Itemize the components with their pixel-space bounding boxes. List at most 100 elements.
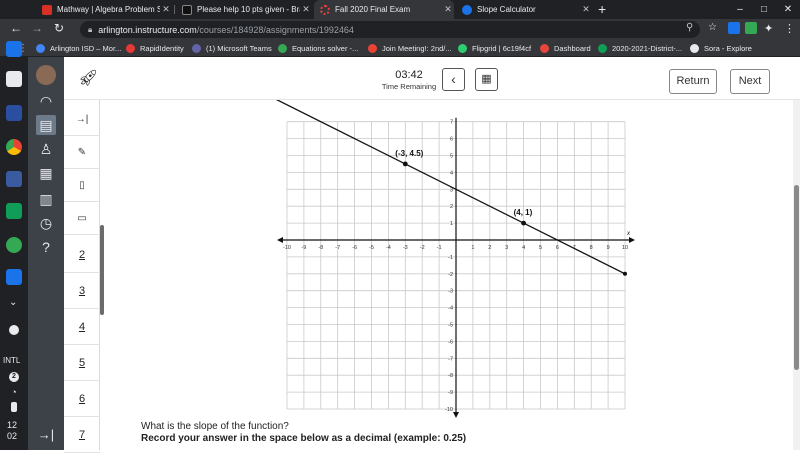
navigator-scrollbar[interactable]	[100, 225, 104, 315]
return-button[interactable]: Return	[669, 69, 717, 94]
zoom-icon[interactable]: ⚲	[686, 22, 698, 34]
tab-mathway[interactable]: Mathway | Algebra Problem Solv ✕	[36, 0, 172, 19]
maximize-icon[interactable]: □	[752, 0, 776, 19]
points: (-3, 4.5) (4, 1)	[395, 149, 533, 226]
bookmark-label: RapidIdentity	[140, 44, 184, 53]
close-tab-icon[interactable]: ✕	[300, 4, 312, 15]
bookmark-join-meeting[interactable]: Join Meeting!: 2nd/...	[368, 40, 452, 57]
app-icon[interactable]	[6, 171, 22, 187]
bookmark-icon	[368, 44, 377, 53]
x-tick-label: -7	[335, 245, 340, 251]
chrome-icon[interactable]	[6, 139, 22, 155]
question-link-2[interactable]: 2	[64, 237, 100, 273]
bookmark-star-icon[interactable]: ☆	[708, 22, 720, 34]
bookmark-icon	[192, 44, 201, 53]
input-method[interactable]: INTL	[3, 356, 20, 365]
reference-sheet-icon[interactable]: ▭	[64, 202, 100, 235]
close-tab-icon[interactable]: ✕	[160, 4, 172, 15]
assistant-icon[interactable]	[9, 325, 19, 335]
y-tick-label: 5	[450, 154, 453, 160]
inbox-icon[interactable]: ▥	[36, 189, 56, 209]
x-tick-label: -8	[318, 245, 323, 251]
collapse-chevron-icon[interactable]: ‹	[442, 68, 465, 91]
lock-icon: 🔒︎	[88, 24, 93, 34]
next-button[interactable]: Next	[730, 69, 770, 94]
calculator-icon[interactable]: ▦	[475, 68, 498, 91]
bookmark-teams[interactable]: (1) Microsoft Teams	[192, 40, 272, 57]
extension-icon[interactable]	[745, 22, 757, 34]
translate-extension-icon[interactable]	[728, 22, 740, 34]
browser-tab-bar: Mathway | Algebra Problem Solv ✕ Please …	[0, 0, 800, 19]
reload-icon[interactable]: ↻	[51, 21, 67, 35]
back-arrow-icon[interactable]: ←	[8, 21, 24, 35]
close-window-icon[interactable]: ✕	[776, 0, 800, 19]
qr-app-icon[interactable]	[6, 71, 22, 87]
question-link-3[interactable]: 3	[64, 273, 100, 309]
courses-icon[interactable]: ▤	[36, 115, 56, 135]
pin-icon[interactable]: ✎	[64, 136, 100, 169]
url-bar[interactable]: 🔒︎ arlington.instructure.com /courses/18…	[80, 21, 700, 38]
minimize-icon[interactable]: –	[728, 0, 752, 19]
battery-icon	[11, 402, 17, 412]
clock[interactable]: 12 02	[7, 420, 17, 442]
close-tab-icon[interactable]: ✕	[580, 4, 592, 15]
extensions-puzzle-icon[interactable]: ✦	[764, 22, 776, 35]
help-icon[interactable]: ?	[36, 237, 56, 257]
bookmark-label: 2020-2021-District-...	[612, 44, 683, 53]
zoom-app-icon[interactable]	[6, 41, 22, 57]
x-tick-label: 6	[556, 245, 559, 251]
account-avatar[interactable]	[36, 65, 56, 85]
question-link-4[interactable]: 4	[64, 309, 100, 345]
page-scrollbar-thumb[interactable]	[794, 185, 799, 370]
question-link-5[interactable]: 5	[64, 345, 100, 381]
question-link-6[interactable]: 6	[64, 381, 100, 417]
tab-brainly[interactable]: Please help 10 pts given - Brainl ✕	[176, 0, 312, 19]
y-tick-label: 6	[450, 137, 453, 143]
bookmark-rapididentity[interactable]: RapidIdentity	[126, 40, 184, 57]
y-axis-arrow-down	[453, 412, 459, 418]
bookmark-sora[interactable]: Sora - Explore	[690, 40, 752, 57]
dashboard-icon[interactable]: ◠	[36, 91, 56, 111]
timer: 03:42 Time Remaining	[374, 69, 444, 91]
quizlet-app-icon[interactable]	[6, 105, 22, 121]
y-tick-label: -9	[448, 390, 453, 396]
x-tick-label: 8	[590, 245, 593, 251]
notification-badge[interactable]: 2	[9, 372, 19, 382]
x-tick-label: 10	[622, 245, 628, 251]
tab-final-exam[interactable]: Fall 2020 Final Exam ✕	[314, 0, 454, 19]
x-tick-label: 2	[488, 245, 491, 251]
notepad-icon[interactable]: ▯	[64, 169, 100, 202]
bookmark-arlington[interactable]: Arlington ISD – Mor...	[36, 40, 121, 57]
bookmark-dashboard[interactable]: Dashboard	[540, 40, 591, 57]
clock-hour: 12	[7, 420, 18, 430]
bookmark-equations-solver[interactable]: Equations solver -...	[278, 40, 358, 57]
x-tick-label: -10	[283, 245, 291, 251]
bookmark-icon	[36, 44, 45, 53]
app-icon[interactable]	[6, 237, 22, 253]
expand-nav-icon[interactable]: →|	[36, 425, 56, 445]
tab-slope-calculator[interactable]: Slope Calculator ✕	[456, 0, 592, 19]
close-tab-icon[interactable]: ✕	[442, 4, 454, 15]
line-end-arrow	[623, 271, 627, 276]
menu-kebab-icon[interactable]: ⋮	[784, 22, 796, 35]
tab-title: Please help 10 pts given - Brainl	[197, 5, 300, 14]
groups-icon[interactable]: ♙	[36, 139, 56, 159]
bookmark-flipgrid[interactable]: Flipgrid | 6c19f4cf	[458, 40, 531, 57]
y-tick-label: -4	[448, 306, 453, 312]
y-tick-label: 7	[450, 120, 453, 126]
expand-sidebar-icon[interactable]: →|	[64, 103, 100, 136]
history-icon[interactable]: ◷	[36, 213, 56, 233]
y-tick-label: -6	[448, 339, 453, 345]
forward-arrow-icon[interactable]: →	[29, 21, 45, 35]
classroom-icon[interactable]	[6, 203, 22, 219]
chevron-down-icon[interactable]: ⌄	[9, 297, 17, 308]
new-tab-icon[interactable]: +	[598, 1, 606, 17]
globe-favicon	[462, 4, 472, 15]
calendar-icon[interactable]: ▦	[36, 163, 56, 183]
bookmark-district[interactable]: 2020-2021-District-...	[598, 40, 682, 57]
mathway-favicon	[42, 4, 52, 15]
answer-instructions: Record your answer in the space below as…	[141, 433, 467, 444]
bookmark-label: Arlington ISD – Mor...	[50, 44, 122, 53]
question-link-7[interactable]: 7	[64, 417, 100, 453]
texas-app-icon[interactable]	[6, 269, 22, 285]
